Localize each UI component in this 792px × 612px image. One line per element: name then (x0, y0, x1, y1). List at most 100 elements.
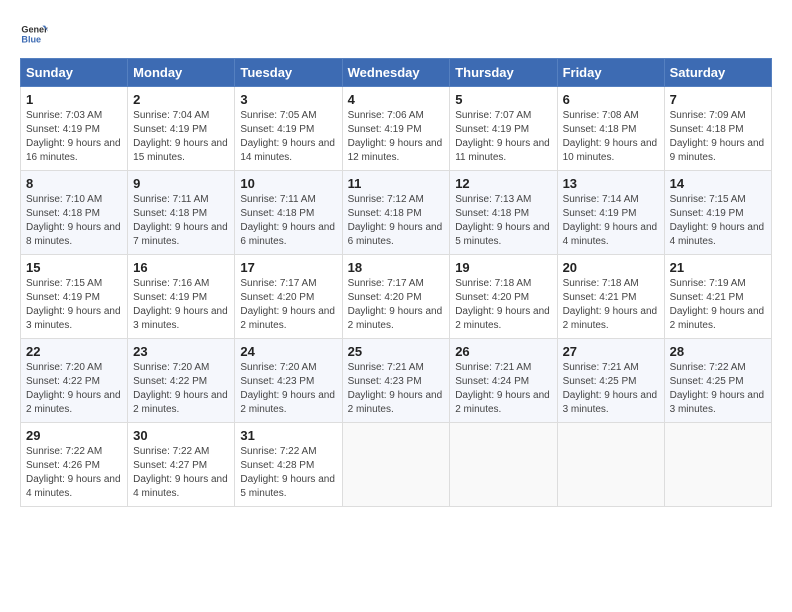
day-number: 25 (348, 344, 445, 359)
day-number: 10 (240, 176, 336, 191)
calendar-cell: 6Sunrise: 7:08 AMSunset: 4:18 PMDaylight… (557, 87, 664, 171)
day-number: 7 (670, 92, 766, 107)
logo: General Blue (20, 20, 48, 48)
calendar-cell: 21 Sunrise: 7:19 AMSunset: 4:21 PMDayligh… (664, 255, 771, 339)
calendar-cell: 14 Sunrise: 7:15 AMSunset: 4:19 PMDayligh… (664, 171, 771, 255)
calendar-week-5: 29Sunrise: 7:22 AMSunset: 4:26 PMDayligh… (21, 423, 772, 507)
calendar-week-3: 15Sunrise: 7:15 AMSunset: 4:19 PMDayligh… (21, 255, 772, 339)
calendar-cell: 24 Sunrise: 7:20 AMSunset: 4:23 PMDayligh… (235, 339, 342, 423)
day-number: 13 (563, 176, 659, 191)
calendar-week-4: 22 Sunrise: 7:20 AMSunset: 4:22 PMDayligh… (21, 339, 772, 423)
day-info: Sunrise: 7:06 AMSunset: 4:19 PMDaylight:… (348, 109, 445, 165)
day-info: Sunrise: 7:04 AMSunset: 4:19 PMDaylight:… (133, 109, 229, 165)
day-info: Sunrise: 7:08 AMSunset: 4:18 PMDaylight:… (563, 109, 659, 165)
calendar-cell (450, 423, 557, 507)
day-info: Sunrise: 7:18 AMSunset: 4:20 PMDaylight:… (455, 277, 551, 333)
calendar-table: SundayMondayTuesdayWednesdayThursdayFrid… (20, 58, 772, 507)
weekday-header-friday: Friday (557, 59, 664, 87)
day-number: 12 (455, 176, 551, 191)
svg-text:Blue: Blue (21, 34, 41, 44)
calendar-cell: 9Sunrise: 7:11 AMSunset: 4:18 PMDaylight… (128, 171, 235, 255)
calendar-cell: 27 Sunrise: 7:21 AMSunset: 4:25 PMDayligh… (557, 339, 664, 423)
calendar-cell: 26 Sunrise: 7:21 AMSunset: 4:24 PMDayligh… (450, 339, 557, 423)
calendar-cell: 17 Sunrise: 7:17 AMSunset: 4:20 PMDayligh… (235, 255, 342, 339)
day-number: 26 (455, 344, 551, 359)
day-info: Sunrise: 7:15 AMSunset: 4:19 PMDaylight:… (670, 193, 766, 249)
day-info: Sunrise: 7:07 AMSunset: 4:19 PMDaylight:… (455, 109, 551, 165)
day-number: 14 (670, 176, 766, 191)
day-info: Sunrise: 7:17 AMSunset: 4:20 PMDaylight:… (348, 277, 445, 333)
weekday-header-wednesday: Wednesday (342, 59, 450, 87)
day-info: Sunrise: 7:13 AMSunset: 4:18 PMDaylight:… (455, 193, 551, 249)
day-number: 27 (563, 344, 659, 359)
calendar-cell (557, 423, 664, 507)
day-number: 15 (26, 260, 122, 275)
day-info: Sunrise: 7:18 AMSunset: 4:21 PMDaylight:… (563, 277, 659, 333)
calendar-week-2: 8 Sunrise: 7:10 AMSunset: 4:18 PMDaylight… (21, 171, 772, 255)
day-number: 16 (133, 260, 229, 275)
day-info: Sunrise: 7:19 AMSunset: 4:21 PMDaylight:… (670, 277, 766, 333)
calendar-cell: 15Sunrise: 7:15 AMSunset: 4:19 PMDayligh… (21, 255, 128, 339)
day-info: Sunrise: 7:12 AMSunset: 4:18 PMDaylight:… (348, 193, 445, 249)
day-number: 23 (133, 344, 229, 359)
calendar-cell: 30 Sunrise: 7:22 AMSunset: 4:27 PMDayligh… (128, 423, 235, 507)
day-info: Sunrise: 7:20 AMSunset: 4:22 PMDaylight:… (133, 361, 229, 417)
calendar-cell (664, 423, 771, 507)
calendar-cell: 16Sunrise: 7:16 AMSunset: 4:19 PMDayligh… (128, 255, 235, 339)
calendar-cell: 1 Sunrise: 7:03 AMSunset: 4:19 PMDaylight… (21, 87, 128, 171)
day-number: 11 (348, 176, 445, 191)
day-number: 1 (26, 92, 122, 107)
calendar-cell: 20 Sunrise: 7:18 AMSunset: 4:21 PMDayligh… (557, 255, 664, 339)
weekday-header-row: SundayMondayTuesdayWednesdayThursdayFrid… (21, 59, 772, 87)
day-info: Sunrise: 7:21 AMSunset: 4:24 PMDaylight:… (455, 361, 551, 417)
day-info: Sunrise: 7:14 AMSunset: 4:19 PMDaylight:… (563, 193, 659, 249)
calendar-cell (342, 423, 450, 507)
day-info: Sunrise: 7:09 AMSunset: 4:18 PMDaylight:… (670, 109, 766, 165)
day-info: Sunrise: 7:22 AMSunset: 4:28 PMDaylight:… (240, 445, 336, 501)
calendar-cell: 8 Sunrise: 7:10 AMSunset: 4:18 PMDaylight… (21, 171, 128, 255)
calendar-cell: 7 Sunrise: 7:09 AMSunset: 4:18 PMDaylight… (664, 87, 771, 171)
page-header: General Blue (20, 20, 772, 48)
calendar-cell: 18 Sunrise: 7:17 AMSunset: 4:20 PMDayligh… (342, 255, 450, 339)
calendar-cell: 25 Sunrise: 7:21 AMSunset: 4:23 PMDayligh… (342, 339, 450, 423)
day-info: Sunrise: 7:22 AMSunset: 4:26 PMDaylight:… (26, 445, 122, 501)
day-number: 30 (133, 428, 229, 443)
day-number: 28 (670, 344, 766, 359)
day-number: 31 (240, 428, 336, 443)
calendar-cell: 23 Sunrise: 7:20 AMSunset: 4:22 PMDayligh… (128, 339, 235, 423)
day-number: 22 (26, 344, 122, 359)
day-number: 8 (26, 176, 122, 191)
calendar-cell: 31 Sunrise: 7:22 AMSunset: 4:28 PMDayligh… (235, 423, 342, 507)
weekday-header-tuesday: Tuesday (235, 59, 342, 87)
day-number: 20 (563, 260, 659, 275)
day-info: Sunrise: 7:21 AMSunset: 4:25 PMDaylight:… (563, 361, 659, 417)
calendar-cell: 4Sunrise: 7:06 AMSunset: 4:19 PMDaylight… (342, 87, 450, 171)
day-info: Sunrise: 7:11 AMSunset: 4:18 PMDaylight:… (240, 193, 336, 249)
calendar-cell: 3 Sunrise: 7:05 AMSunset: 4:19 PMDaylight… (235, 87, 342, 171)
calendar-body: 1 Sunrise: 7:03 AMSunset: 4:19 PMDaylight… (21, 87, 772, 507)
calendar-cell: 11 Sunrise: 7:12 AMSunset: 4:18 PMDayligh… (342, 171, 450, 255)
day-info: Sunrise: 7:10 AMSunset: 4:18 PMDaylight:… (26, 193, 122, 249)
calendar-cell: 13 Sunrise: 7:14 AMSunset: 4:19 PMDayligh… (557, 171, 664, 255)
calendar-week-1: 1 Sunrise: 7:03 AMSunset: 4:19 PMDaylight… (21, 87, 772, 171)
weekday-header-sunday: Sunday (21, 59, 128, 87)
day-number: 24 (240, 344, 336, 359)
day-info: Sunrise: 7:21 AMSunset: 4:23 PMDaylight:… (348, 361, 445, 417)
calendar-cell: 12 Sunrise: 7:13 AMSunset: 4:18 PMDayligh… (450, 171, 557, 255)
day-info: Sunrise: 7:03 AMSunset: 4:19 PMDaylight:… (26, 109, 122, 165)
calendar-cell: 19Sunrise: 7:18 AMSunset: 4:20 PMDayligh… (450, 255, 557, 339)
day-info: Sunrise: 7:05 AMSunset: 4:19 PMDaylight:… (240, 109, 336, 165)
weekday-header-saturday: Saturday (664, 59, 771, 87)
day-info: Sunrise: 7:17 AMSunset: 4:20 PMDaylight:… (240, 277, 336, 333)
day-number: 18 (348, 260, 445, 275)
day-info: Sunrise: 7:11 AMSunset: 4:18 PMDaylight:… (133, 193, 229, 249)
day-info: Sunrise: 7:20 AMSunset: 4:23 PMDaylight:… (240, 361, 336, 417)
day-number: 2 (133, 92, 229, 107)
calendar-cell: 10 Sunrise: 7:11 AMSunset: 4:18 PMDayligh… (235, 171, 342, 255)
day-number: 21 (670, 260, 766, 275)
day-info: Sunrise: 7:20 AMSunset: 4:22 PMDaylight:… (26, 361, 122, 417)
day-number: 17 (240, 260, 336, 275)
day-number: 3 (240, 92, 336, 107)
weekday-header-monday: Monday (128, 59, 235, 87)
day-info: Sunrise: 7:22 AMSunset: 4:27 PMDaylight:… (133, 445, 229, 501)
